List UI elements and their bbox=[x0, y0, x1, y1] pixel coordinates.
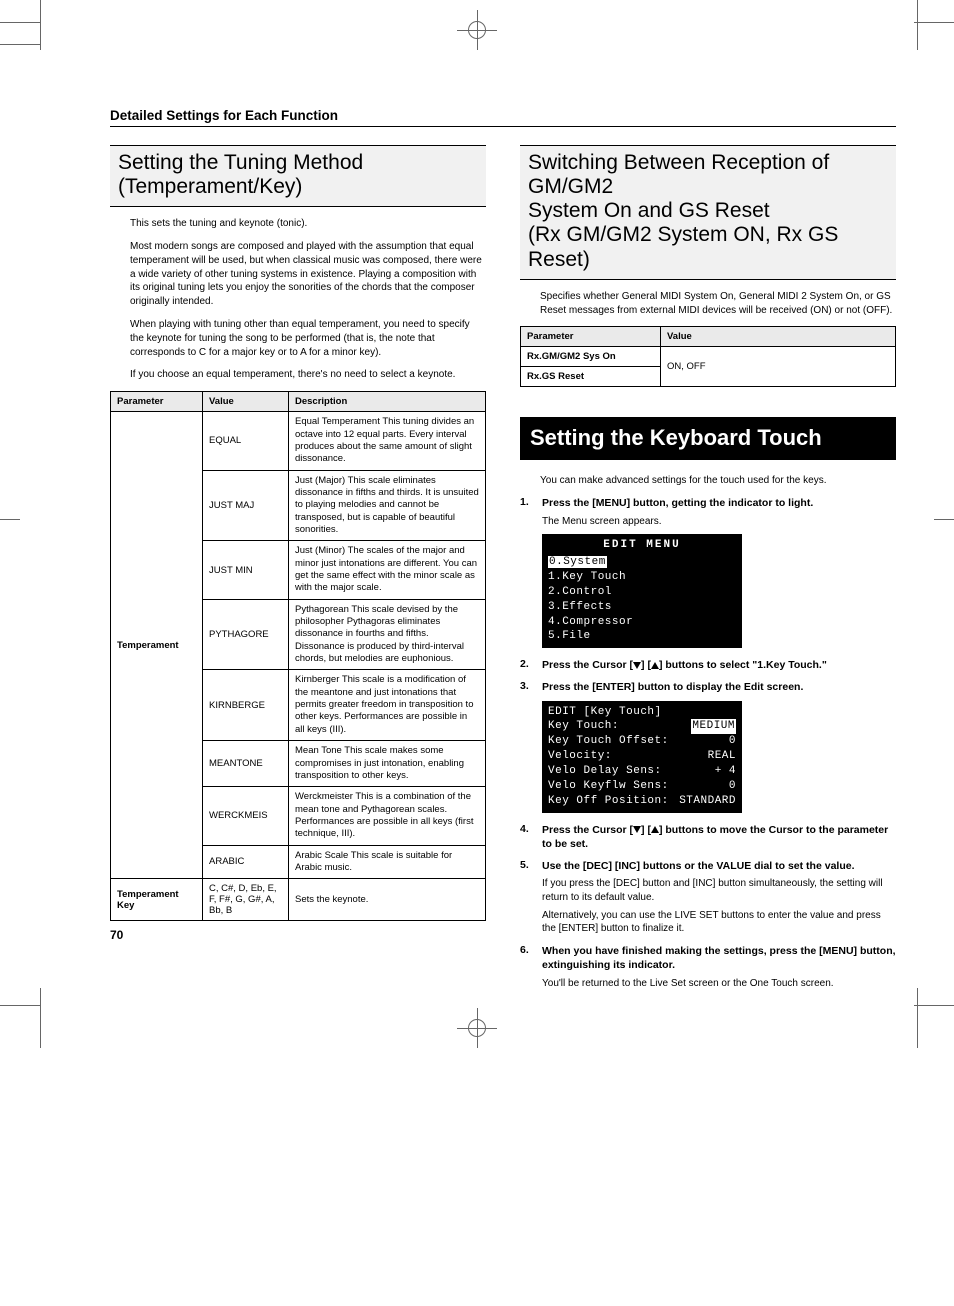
td-desc: Equal Temperament This tuning divides an… bbox=[289, 412, 486, 470]
td-desc: Mean Tone This scale makes some compromi… bbox=[289, 741, 486, 787]
title-line: Setting the Tuning Method bbox=[118, 151, 478, 175]
th-description: Description bbox=[289, 392, 486, 412]
step-number: 5. bbox=[520, 859, 529, 871]
paragraph: Specifies whether General MIDI System On… bbox=[540, 290, 896, 318]
step-number: 4. bbox=[520, 823, 529, 835]
td-param-temperament: Temperament bbox=[111, 412, 203, 879]
paragraph: If you choose an equal temperament, ther… bbox=[130, 368, 486, 382]
title-line: Switching Between Reception of GM/GM2 bbox=[528, 151, 888, 199]
td-value: C, C#, D, Eb, E, F, F#, G, G#, A, Bb, B bbox=[203, 879, 289, 921]
lcd-row: Key Touch Offset:0 bbox=[548, 734, 736, 749]
step-lead: When you have finished making the settin… bbox=[542, 944, 896, 972]
title-line: (Rx GM/GM2 System ON, Rx GS Reset) bbox=[528, 223, 888, 271]
td-desc: Just (Major) This scale eliminates disso… bbox=[289, 470, 486, 541]
steps-list: 1. Press the [MENU] button, getting the … bbox=[520, 496, 896, 990]
td-desc: Pythagorean This scale devised by the ph… bbox=[289, 599, 486, 670]
lcd-row: 1.Key Touch bbox=[548, 570, 736, 585]
section-title-tuning: Setting the Tuning Method (Temperament/K… bbox=[110, 145, 486, 207]
td-value: JUST MAJ bbox=[203, 470, 289, 541]
lcd-row: 5.File bbox=[548, 629, 736, 644]
lcd-row: Velocity:REAL bbox=[548, 749, 736, 764]
left-column: Setting the Tuning Method (Temperament/K… bbox=[110, 145, 486, 998]
lcd-row: 3.Effects bbox=[548, 600, 736, 615]
th-parameter: Parameter bbox=[111, 392, 203, 412]
lcd-row: 2.Control bbox=[548, 585, 736, 600]
down-arrow-icon bbox=[633, 826, 641, 833]
registration-mark-top bbox=[457, 10, 497, 50]
running-header: Detailed Settings for Each Function bbox=[110, 108, 896, 127]
td-value: KIRNBERGE bbox=[203, 670, 289, 741]
step-lead: Press the [ENTER] button to display the … bbox=[542, 680, 896, 694]
step-sub: You'll be returned to the Live Set scree… bbox=[542, 977, 896, 991]
td-value: MEANTONE bbox=[203, 741, 289, 787]
step-lead: Press the [MENU] button, getting the ind… bbox=[542, 496, 896, 510]
lcd-row: Velo Keyflw Sens:0 bbox=[548, 779, 736, 794]
down-arrow-icon bbox=[633, 662, 641, 669]
td-value: ON, OFF bbox=[661, 347, 896, 387]
th-value: Value bbox=[661, 327, 896, 347]
td-value: JUST MIN bbox=[203, 541, 289, 599]
td-value: PYTHAGORE bbox=[203, 599, 289, 670]
section-title-keyboard-touch: Setting the Keyboard Touch bbox=[520, 417, 896, 459]
th-parameter: Parameter bbox=[521, 327, 661, 347]
step-4: 4. Press the Cursor [] [] buttons to mov… bbox=[520, 823, 896, 851]
paragraph: This sets the tuning and keynote (tonic)… bbox=[130, 217, 486, 231]
up-arrow-icon bbox=[651, 826, 659, 833]
td-desc: Werckmeister This is a combination of th… bbox=[289, 787, 486, 845]
lcd-row: 0.System bbox=[548, 555, 736, 570]
registration-mark-bottom bbox=[457, 1008, 497, 1048]
td-value: WERCKMEIS bbox=[203, 787, 289, 845]
td-desc: Just (Minor) The scales of the major and… bbox=[289, 541, 486, 599]
section-title-gm: Switching Between Reception of GM/GM2 Sy… bbox=[520, 145, 896, 280]
td-param: Rx.GS Reset bbox=[521, 367, 661, 387]
step-2: 2. Press the Cursor [] [] buttons to sel… bbox=[520, 658, 896, 672]
page-number: 70 bbox=[110, 928, 123, 942]
td-param: Rx.GM/GM2 Sys On bbox=[521, 347, 661, 367]
title-line: System On and GS Reset bbox=[528, 199, 888, 223]
step-3: 3. Press the [ENTER] button to display t… bbox=[520, 680, 896, 812]
step-number: 3. bbox=[520, 680, 529, 692]
td-desc: Kirnberger This scale is a modification … bbox=[289, 670, 486, 741]
td-param-key: Temperament Key bbox=[111, 879, 203, 921]
step-number: 6. bbox=[520, 944, 529, 956]
lcd-row: 4.Compressor bbox=[548, 615, 736, 630]
step-sub: Alternatively, you can use the LIVE SET … bbox=[542, 909, 896, 937]
lcd-title: EDIT [Key Touch] bbox=[548, 705, 736, 720]
td-value: ARABIC bbox=[203, 845, 289, 879]
step-lead: Press the Cursor [] [] buttons to move t… bbox=[542, 823, 896, 851]
step-lead: Use the [DEC] [INC] buttons or the VALUE… bbox=[542, 859, 896, 873]
th-value: Value bbox=[203, 392, 289, 412]
up-arrow-icon bbox=[651, 662, 659, 669]
td-desc: Arabic Scale This scale is suitable for … bbox=[289, 845, 486, 879]
td-value: EQUAL bbox=[203, 412, 289, 470]
td-desc: Sets the keynote. bbox=[289, 879, 486, 921]
step-number: 2. bbox=[520, 658, 529, 670]
step-1: 1. Press the [MENU] button, getting the … bbox=[520, 496, 896, 648]
step-lead: Press the Cursor [] [] buttons to select… bbox=[542, 658, 896, 672]
paragraph: Most modern songs are composed and playe… bbox=[130, 240, 486, 309]
lcd-key-touch: EDIT [Key Touch] Key Touch:MEDIUM Key To… bbox=[542, 701, 742, 813]
lcd-edit-menu: EDIT MENU 0.System 1.Key Touch 2.Control… bbox=[542, 534, 742, 648]
paragraph: When playing with tuning other than equa… bbox=[130, 318, 486, 359]
step-6: 6. When you have finished making the set… bbox=[520, 944, 896, 990]
title-line: (Temperament/Key) bbox=[118, 175, 478, 199]
paragraph: You can make advanced settings for the t… bbox=[540, 474, 896, 488]
rx-table: Parameter Value Rx.GM/GM2 Sys On ON, OFF… bbox=[520, 326, 896, 387]
right-column: Switching Between Reception of GM/GM2 Sy… bbox=[520, 145, 896, 998]
step-sub: If you press the [DEC] button and [INC] … bbox=[542, 877, 896, 905]
step-sub: The Menu screen appears. bbox=[542, 515, 896, 529]
lcd-row: Key Touch:MEDIUM bbox=[548, 719, 736, 734]
lcd-title: EDIT MENU bbox=[548, 538, 736, 553]
lcd-row: Velo Delay Sens:+ 4 bbox=[548, 764, 736, 779]
lcd-row: Key Off Position:STANDARD bbox=[548, 794, 736, 809]
step-5: 5. Use the [DEC] [INC] buttons or the VA… bbox=[520, 859, 896, 936]
temperament-table: Parameter Value Description Temperament … bbox=[110, 391, 486, 921]
step-number: 1. bbox=[520, 496, 529, 508]
